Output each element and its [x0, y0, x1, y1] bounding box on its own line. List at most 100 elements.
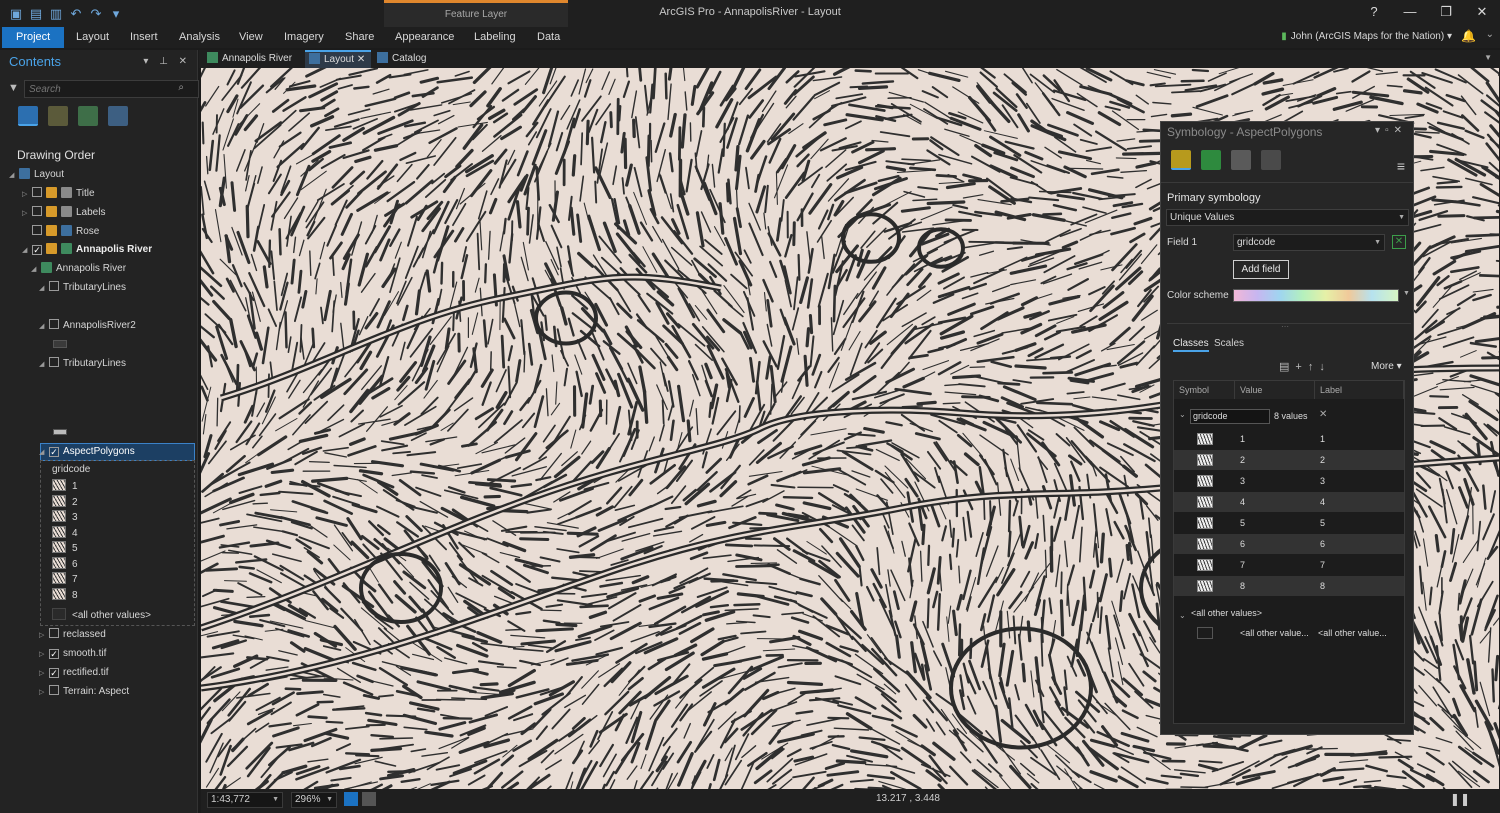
tree-item-annapolis-river-map[interactable]: ◢ Annapolis River — [31, 260, 126, 278]
pane-controls[interactable]: ▾▫✕ — [1375, 125, 1407, 136]
tree-layout[interactable]: ◢ Layout — [9, 166, 64, 184]
class-row[interactable]: 11 — [1174, 429, 1404, 449]
scale-dropdown[interactable]: 1:43,772 ▼ — [207, 792, 283, 808]
tree-item-rectified[interactable]: ▷ ✓ rectified.tif — [39, 664, 109, 682]
visibility-checkbox[interactable] — [49, 357, 59, 367]
tab-layout-view[interactable]: Layout ✕ — [305, 50, 371, 68]
hatch-symbol-icon[interactable] — [1197, 538, 1213, 550]
visibility-checkbox[interactable] — [32, 187, 42, 197]
tree-item-reclassed[interactable]: ▷ reclassed — [39, 626, 106, 644]
visibility-checkbox[interactable] — [49, 319, 59, 329]
tree-item-tributary-lines-2[interactable]: ◢ TributaryLines — [39, 355, 126, 373]
fit-page-icon[interactable] — [344, 792, 358, 806]
tree-item-smooth[interactable]: ▷ ✓ smooth.tif — [39, 645, 106, 663]
tab-analysis[interactable]: Analysis — [179, 27, 220, 48]
add-all-values-icon[interactable]: ▤ — [1279, 361, 1295, 373]
filter-icon[interactable]: ▼ — [8, 82, 19, 94]
tab-layout[interactable]: Layout — [76, 27, 109, 48]
legend-symbol-line[interactable] — [53, 429, 67, 435]
empty-symbol-icon[interactable] — [1197, 627, 1213, 639]
list-by-data-source-icon[interactable] — [78, 106, 98, 126]
class-row[interactable]: 22 — [1174, 450, 1404, 470]
pause-drawing-icon[interactable]: ❚❚ — [1450, 792, 1470, 806]
sql-expression-icon[interactable]: ✕ — [1392, 235, 1406, 249]
close-tab-icon[interactable]: ✕ — [357, 54, 365, 65]
tab-appearance[interactable]: Appearance — [395, 27, 454, 48]
legend-class-8[interactable]: 8 — [52, 587, 78, 605]
color-scheme-dropdown-icon[interactable]: ▼ — [1403, 290, 1410, 297]
tree-item-title[interactable]: ▷ Title — [22, 185, 95, 203]
lock-icon[interactable] — [46, 225, 57, 236]
hatch-symbol-icon[interactable] — [1197, 517, 1213, 529]
class-row[interactable]: 44 — [1174, 492, 1404, 512]
add-field-button[interactable]: Add field — [1233, 260, 1289, 279]
move-up-icon[interactable]: ↑ — [1308, 361, 1320, 373]
minimize-button[interactable]: — — [1392, 0, 1428, 27]
legend-class-other[interactable]: <all other values> — [52, 607, 151, 625]
tab-catalog[interactable]: Catalog — [373, 50, 443, 68]
tab-data[interactable]: Data — [537, 27, 560, 48]
symbology-method-dropdown[interactable]: Unique Values ▼ — [1166, 209, 1409, 226]
collapse-ribbon-icon[interactable]: ⌄ — [1486, 29, 1494, 40]
hatch-symbol-icon[interactable] — [1197, 433, 1213, 445]
hatch-symbol-icon[interactable] — [1197, 496, 1213, 508]
list-by-snapping-icon[interactable] — [108, 106, 128, 126]
lock-icon[interactable] — [46, 243, 57, 254]
tree-item-rose[interactable]: Rose — [22, 223, 99, 241]
secondary-symbology-icon[interactable] — [1201, 150, 1221, 170]
search-input[interactable] — [25, 81, 165, 97]
tab-classes[interactable]: Classes — [1173, 338, 1209, 352]
grid-icon[interactable] — [362, 792, 376, 806]
visibility-checkbox[interactable] — [49, 628, 59, 638]
collapse-icon[interactable]: ⌄ — [1179, 410, 1186, 419]
search-box[interactable]: ⌕ — [24, 80, 199, 98]
tab-imagery[interactable]: Imagery — [284, 27, 324, 48]
hatch-symbol-icon[interactable] — [1197, 559, 1213, 571]
tree-item-terrain-aspect[interactable]: ▷ Terrain: Aspect — [39, 683, 129, 701]
hatch-symbol-icon[interactable] — [1197, 475, 1213, 487]
add-value-icon[interactable]: + — [1295, 361, 1307, 373]
help-button[interactable]: ? — [1356, 0, 1392, 27]
class-row[interactable]: 55 — [1174, 513, 1404, 533]
other-values-group-header[interactable]: ⌄ <all other values> — [1174, 603, 1404, 623]
menu-icon[interactable]: ≡ — [1397, 158, 1405, 174]
class-row[interactable]: 88 — [1174, 576, 1404, 596]
remove-group-icon[interactable]: ✕ — [1319, 409, 1327, 420]
lock-icon[interactable] — [46, 206, 57, 217]
visibility-checkbox[interactable]: ✓ — [49, 649, 59, 659]
primary-symbology-icon[interactable] — [1171, 150, 1191, 170]
hatch-symbol-icon[interactable] — [1197, 580, 1213, 592]
tree-item-tributary-lines-1[interactable]: ◢ TributaryLines — [39, 279, 126, 297]
legend-symbol-river[interactable] — [53, 340, 67, 348]
visibility-checkbox[interactable] — [32, 225, 42, 235]
zoom-dropdown[interactable]: 296% ▼ — [291, 792, 337, 808]
visibility-checkbox[interactable]: ✓ — [32, 245, 42, 255]
class-row[interactable]: 33 — [1174, 471, 1404, 491]
tab-labeling[interactable]: Labeling — [474, 27, 516, 48]
color-scheme-ramp[interactable] — [1233, 289, 1399, 302]
close-button[interactable]: ✕ — [1464, 0, 1500, 27]
tab-share[interactable]: Share — [345, 27, 374, 48]
class-row[interactable]: 66 — [1174, 534, 1404, 554]
more-menu-button[interactable]: More ▾ — [1371, 361, 1402, 372]
list-by-drawing-order-icon[interactable] — [18, 106, 38, 126]
hatch-symbol-icon[interactable] — [1197, 454, 1213, 466]
maximize-button[interactable]: ❐ — [1428, 0, 1464, 27]
notifications-icon[interactable]: 🔔 — [1461, 29, 1476, 43]
visibility-checkbox[interactable] — [49, 281, 59, 291]
symbol-layer-drawing-icon[interactable] — [1261, 150, 1281, 170]
field-group-header[interactable]: ⌄ gridcode 8 values ✕ — [1174, 407, 1404, 427]
group-field-input[interactable]: gridcode — [1190, 409, 1270, 424]
tree-item-labels[interactable]: ▷ Labels — [22, 204, 105, 222]
splitter-grip-icon[interactable]: ⋯ — [1281, 322, 1289, 331]
tab-view[interactable]: View — [239, 27, 263, 48]
vary-symbology-icon[interactable] — [1231, 150, 1251, 170]
tab-scales[interactable]: Scales — [1214, 338, 1244, 349]
search-icon[interactable]: ⌕ — [178, 82, 184, 93]
tab-insert[interactable]: Insert — [130, 27, 158, 48]
tree-item-annapolis-river-2[interactable]: ◢ AnnapolisRiver2 — [39, 317, 136, 335]
class-row[interactable]: 77 — [1174, 555, 1404, 575]
list-by-type-icon[interactable] — [48, 106, 68, 126]
tab-list-chevron-icon[interactable]: ▼ — [1484, 53, 1492, 62]
move-down-icon[interactable]: ↓ — [1319, 361, 1331, 373]
